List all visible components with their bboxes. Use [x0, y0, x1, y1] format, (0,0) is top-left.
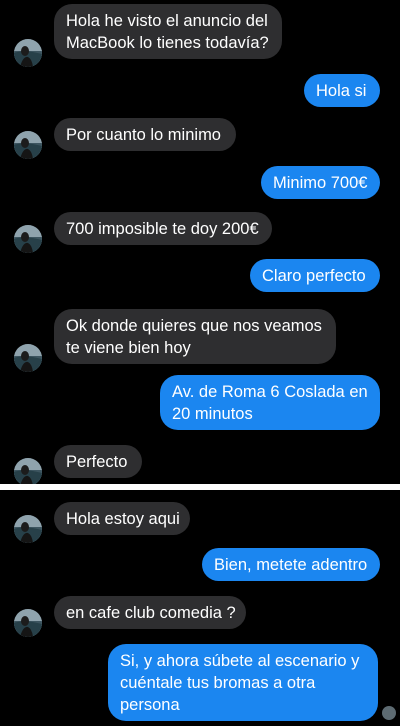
- incoming-message-bubble[interactable]: Hola estoy aqui: [54, 502, 190, 535]
- contact-avatar-icon[interactable]: [14, 515, 42, 543]
- incoming-message-bubble[interactable]: 700 imposible te doy 200€: [54, 212, 272, 245]
- incoming-message-bubble[interactable]: Por cuanto lo minimo: [54, 118, 236, 151]
- outgoing-message-bubble[interactable]: Bien, metete adentro: [202, 548, 380, 581]
- contact-avatar-icon[interactable]: [14, 39, 42, 67]
- contact-avatar-icon[interactable]: [14, 609, 42, 637]
- read-receipt-avatar-icon: [382, 706, 396, 720]
- outgoing-message-bubble[interactable]: Av. de Roma 6 Coslada en 20 minutos: [160, 375, 380, 430]
- contact-avatar-icon[interactable]: [14, 344, 42, 372]
- contact-avatar-icon[interactable]: [14, 458, 42, 486]
- outgoing-message-bubble[interactable]: Hola si: [304, 74, 380, 107]
- contact-avatar-icon[interactable]: [14, 225, 42, 253]
- outgoing-message-bubble[interactable]: Minimo 700€: [261, 166, 380, 199]
- incoming-message-bubble[interactable]: Hola he visto el anuncio del MacBook lo …: [54, 4, 282, 59]
- incoming-message-bubble[interactable]: Perfecto: [54, 445, 142, 478]
- incoming-message-bubble[interactable]: Ok donde quieres que nos veamos te viene…: [54, 309, 336, 364]
- contact-avatar-icon[interactable]: [14, 131, 42, 159]
- outgoing-message-bubble[interactable]: Si, y ahora súbete al escenario y cuénta…: [108, 644, 378, 721]
- incoming-message-bubble[interactable]: en cafe club comedia ?: [54, 596, 246, 629]
- outgoing-message-bubble[interactable]: Claro perfecto: [250, 259, 380, 292]
- chat-panel-bottom: Hola estoy aqui Bien, metete adentro en ca…: [0, 490, 400, 726]
- chat-panel-top: Hola he visto el anuncio del MacBook lo …: [0, 0, 400, 486]
